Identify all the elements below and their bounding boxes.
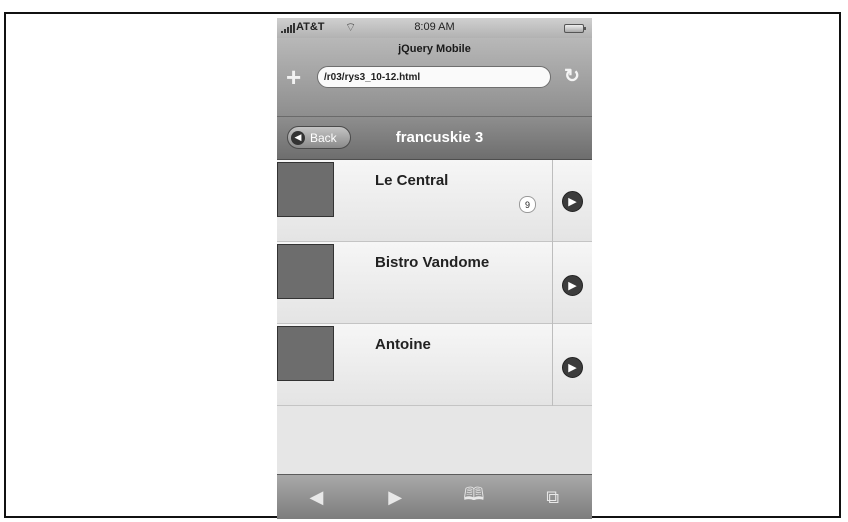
list-item[interactable]: Antoine ▶ <box>277 324 592 406</box>
reload-icon[interactable]: ↻ <box>564 65 580 88</box>
item-name: Antoine <box>375 336 431 353</box>
back-icon[interactable]: ◀ <box>296 487 336 508</box>
split-button[interactable]: ▶ <box>552 160 592 242</box>
app-header: ◀ Back francuskie 3 <box>277 117 592 160</box>
item-name: Bistro Vandome <box>375 254 490 271</box>
pages-icon[interactable]: ⧉ <box>533 487 573 508</box>
phone-screen: AT&T ⌔ 8:09 AM jQuery Mobile + /r03/rys3… <box>277 18 592 519</box>
clock-time: 8:09 AM <box>414 21 455 33</box>
address-bar[interactable]: /r03/rys3_10-12.html <box>317 66 551 88</box>
browser-toolbar: ◀ ▶ 🕮 ⧉ <box>277 474 592 519</box>
arrow-right-icon: ▶ <box>562 357 583 378</box>
bookmarks-icon[interactable]: 🕮 <box>454 482 494 512</box>
page-title: jQuery Mobile <box>398 43 471 55</box>
list-item[interactable]: Bistro Vandome ▶ <box>277 242 592 324</box>
thumbnail-image <box>277 162 334 217</box>
count-bubble: 9 <box>519 196 536 213</box>
header-title: francuskie 3 <box>395 129 484 146</box>
split-button[interactable]: ▶ <box>552 324 592 406</box>
item-name: Le Central <box>375 172 449 189</box>
thumbnail-image <box>277 326 334 381</box>
browser-chrome: jQuery Mobile + /r03/rys3_10-12.html ↻ <box>277 38 592 117</box>
split-button[interactable]: ▶ <box>552 242 592 324</box>
status-bar: AT&T ⌔ 8:09 AM <box>277 18 592 38</box>
forward-icon[interactable]: ▶ <box>375 487 415 508</box>
restaurant-list: Le Central 9 ▶ Bistro Vandome ▶ Antoine … <box>277 160 592 406</box>
plus-icon[interactable]: + <box>286 64 301 90</box>
arrow-right-icon: ▶ <box>562 275 583 296</box>
screenshot-frame: AT&T ⌔ 8:09 AM jQuery Mobile + /r03/rys3… <box>4 12 841 519</box>
thumbnail-image <box>277 244 334 299</box>
arrow-right-icon: ▶ <box>562 191 583 212</box>
list-item[interactable]: Le Central 9 ▶ <box>277 160 592 242</box>
battery-icon <box>564 24 586 33</box>
